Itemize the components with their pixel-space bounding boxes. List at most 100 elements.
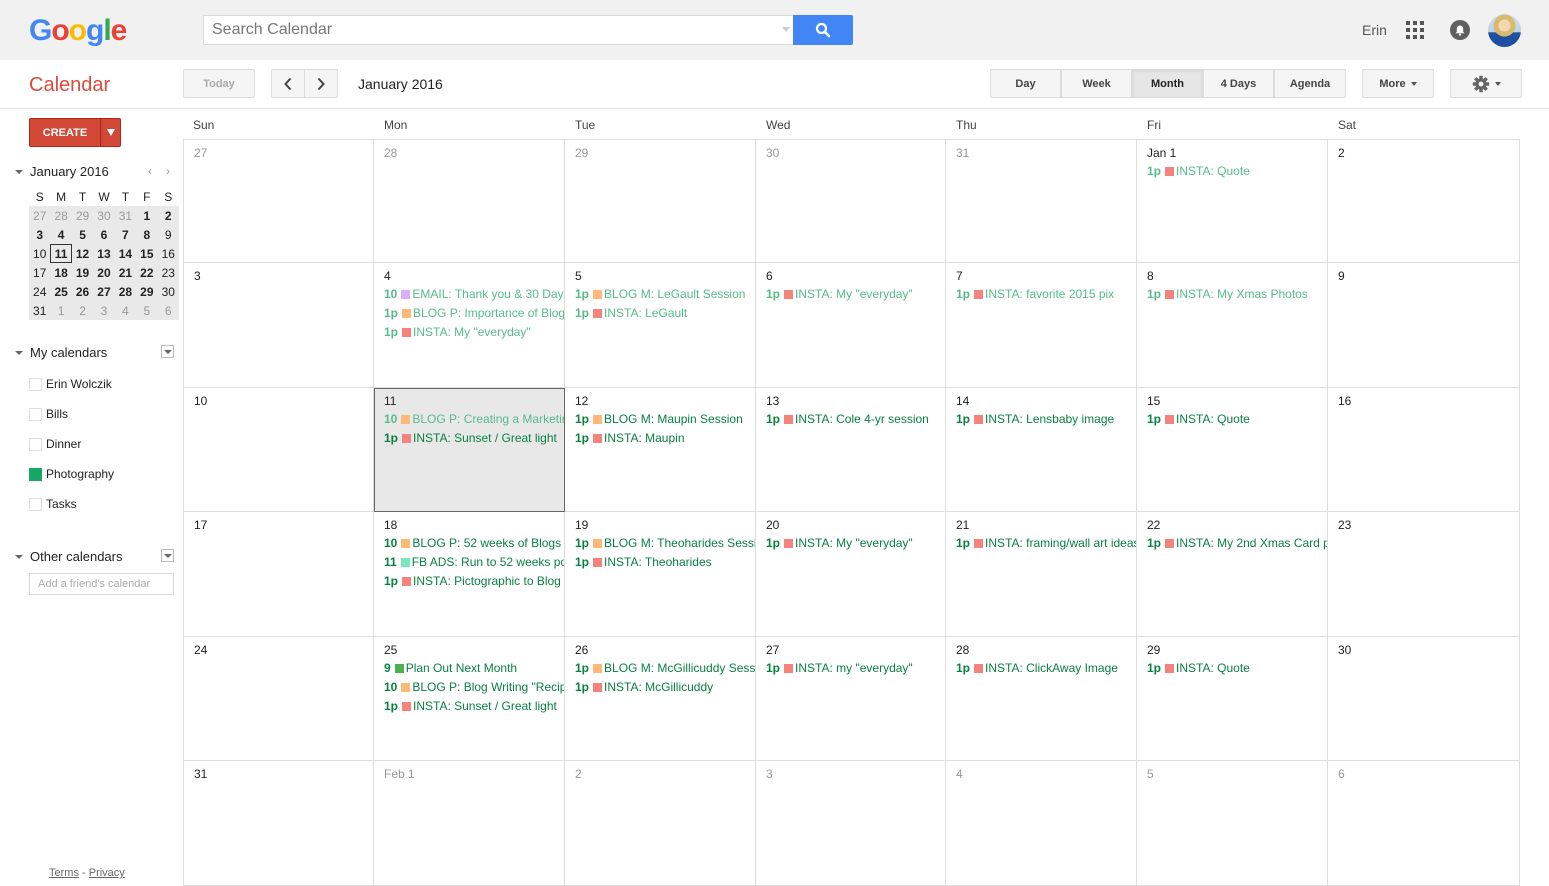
create-options-button[interactable] (100, 118, 121, 147)
mini-calendar-day[interactable]: 1 (136, 206, 158, 225)
calendar-event[interactable]: 1p INSTA: ClickAway Image (956, 661, 1118, 675)
day-cell[interactable]: 29 1p INSTA: Quote (1137, 637, 1328, 761)
day-cell[interactable]: 3 (756, 761, 946, 886)
day-cell[interactable]: 19 1p BLOG M: Theoharides Session 1p INSTA: … (565, 512, 756, 637)
day-cell[interactable]: 2 (565, 761, 756, 886)
calendar-event[interactable]: 1p INSTA: framing/wall art ideas (956, 536, 1136, 550)
previous-period-button[interactable] (271, 69, 305, 98)
mini-calendar-day[interactable]: 25 (50, 282, 72, 301)
google-logo[interactable]: Google (29, 14, 127, 48)
mini-calendar-day[interactable]: 7 (114, 225, 137, 244)
mini-calendar-day[interactable]: 26 (71, 282, 94, 301)
calendar-event[interactable]: 1p BLOG M: LeGault Session (575, 287, 745, 301)
calendar-event[interactable]: 1p INSTA: My "everyday" (384, 325, 531, 339)
search-input[interactable] (204, 16, 764, 44)
day-cell[interactable]: 30 (1328, 637, 1520, 761)
day-cell[interactable]: 8 1p INSTA: My Xmas Photos (1137, 263, 1328, 388)
day-cell[interactable]: 5 (1137, 761, 1328, 886)
mini-calendar-next-button[interactable]: › (166, 164, 170, 178)
calendar-color-checkbox[interactable] (29, 437, 42, 451)
settings-button[interactable] (1450, 69, 1522, 98)
mini-calendar-day[interactable]: 11 (50, 244, 72, 263)
calendar-event[interactable]: 1p INSTA: My 2nd Xmas Card pic (1147, 536, 1327, 550)
calendar-event[interactable]: 1p INSTA: Theoharides (575, 555, 712, 569)
day-cell[interactable]: 28 (374, 139, 565, 263)
mini-calendar-day[interactable]: 17 (29, 263, 51, 282)
mini-calendar-day[interactable]: 24 (29, 282, 51, 301)
calendar-color-checkbox[interactable] (29, 467, 42, 481)
day-cell[interactable]: 31 (183, 761, 374, 886)
mini-calendar-day[interactable]: 6 (93, 225, 115, 244)
calendar-event[interactable]: 10 EMAIL: Thank you & 30 Day (384, 287, 564, 301)
view-agenda-button[interactable]: Agenda (1274, 69, 1346, 98)
day-cell[interactable]: 4 (946, 761, 1137, 886)
calendar-color-checkbox[interactable] (29, 497, 42, 511)
mini-calendar-day[interactable]: 3 (93, 301, 115, 320)
calendar-event[interactable]: 10 BLOG P: Blog Writing "Recipe" (384, 680, 564, 694)
day-cell[interactable]: 6 1p INSTA: My "everyday" (756, 263, 946, 388)
calendar-item-dinner[interactable]: Dinner (29, 437, 81, 451)
other-calendars-menu-button[interactable] (161, 549, 174, 562)
create-event-button[interactable]: CREATE (29, 118, 101, 147)
day-cell[interactable]: 23 (1328, 512, 1520, 637)
terms-link[interactable]: Terms (49, 867, 79, 879)
day-cell[interactable]: 29 (565, 139, 756, 263)
day-cell[interactable]: 30 (756, 139, 946, 263)
mini-calendar-day[interactable]: 18 (50, 263, 72, 282)
mini-calendar-day[interactable]: 4 (114, 301, 137, 320)
calendar-event[interactable]: 1p INSTA: Cole 4-yr session (766, 412, 929, 426)
mini-calendar-day[interactable]: 2 (71, 301, 94, 320)
mini-calendar-day[interactable]: 27 (29, 206, 51, 225)
mini-calendar-day[interactable]: 12 (71, 244, 94, 263)
day-cell[interactable]: 18 10 BLOG P: 52 weeks of Blogs 11 FB ADS: R… (374, 512, 565, 637)
day-cell[interactable]: 27 (183, 139, 374, 263)
other-calendars-header[interactable]: Other calendars (15, 549, 123, 564)
apps-grid-icon[interactable] (1406, 21, 1424, 39)
more-views-button[interactable]: More (1362, 69, 1434, 98)
day-cell[interactable]: 10 (183, 388, 374, 512)
mini-calendar-day[interactable]: 27 (93, 282, 115, 301)
calendar-event[interactable]: 1p INSTA: My Xmas Photos (1147, 287, 1308, 301)
calendar-event[interactable]: 1p INSTA: Maupin (575, 431, 685, 445)
day-cell[interactable]: 24 (183, 637, 374, 761)
mini-calendar-day[interactable]: 5 (136, 301, 158, 320)
my-calendars-menu-button[interactable] (161, 345, 174, 358)
view-week-button[interactable]: Week (1061, 69, 1132, 98)
mini-calendar-day[interactable]: 13 (93, 244, 115, 263)
mini-calendar-day[interactable]: 4 (50, 225, 72, 244)
calendar-color-checkbox[interactable] (29, 407, 42, 421)
mini-calendar-day[interactable]: 19 (71, 263, 94, 282)
day-cell[interactable]: 11 10 BLOG P: Creating a Marketing 1p INSTA:… (374, 388, 565, 512)
day-cell[interactable]: 6 (1328, 761, 1520, 886)
calendar-item-photography[interactable]: Photography (29, 467, 114, 481)
calendar-event[interactable]: 1p BLOG P: Importance of Blog (384, 306, 564, 320)
my-calendars-header[interactable]: My calendars (15, 345, 107, 360)
day-cell[interactable]: 21 1p INSTA: framing/wall art ideas (946, 512, 1137, 637)
mini-calendar-day[interactable]: 31 (29, 301, 51, 320)
calendar-event[interactable]: 1p INSTA: Quote (1147, 164, 1250, 178)
mini-calendar-day[interactable]: 9 (157, 225, 179, 244)
day-cell[interactable]: 2 (1328, 139, 1520, 263)
mini-calendar-day[interactable]: 6 (157, 301, 179, 320)
day-cell[interactable]: 14 1p INSTA: Lensbaby image (946, 388, 1137, 512)
next-period-button[interactable] (304, 69, 338, 98)
day-cell[interactable]: 4 10 EMAIL: Thank you & 30 Day 1p BLOG P: Im… (374, 263, 565, 388)
day-cell[interactable]: 26 1p BLOG M: McGillicuddy Session 1p INSTA:… (565, 637, 756, 761)
search-options-dropdown-icon[interactable] (782, 27, 790, 32)
day-cell[interactable]: 5 1p BLOG M: LeGault Session 1p INSTA: LeGau… (565, 263, 756, 388)
day-cell[interactable]: 15 1p INSTA: Quote (1137, 388, 1328, 512)
day-cell[interactable]: 22 1p INSTA: My 2nd Xmas Card pic (1137, 512, 1328, 637)
mini-calendar-day[interactable]: 30 (93, 206, 115, 225)
mini-calendar-day[interactable]: 8 (136, 225, 158, 244)
mini-calendar-day[interactable]: 20 (93, 263, 115, 282)
calendar-event[interactable]: 1p INSTA: Sunset / Great light (384, 431, 557, 445)
calendar-event[interactable]: 1p BLOG M: Maupin Session (575, 412, 743, 426)
day-cell[interactable]: 13 1p INSTA: Cole 4-yr session (756, 388, 946, 512)
calendar-item-erin-wolczik[interactable]: Erin Wolczik (29, 377, 112, 391)
calendar-item-bills[interactable]: Bills (29, 407, 68, 421)
calendar-event[interactable]: 1p INSTA: LeGault (575, 306, 687, 320)
mini-calendar-day[interactable]: 21 (114, 263, 137, 282)
day-cell[interactable]: 25 9 Plan Out Next Month 10 BLOG P: Blog Wri… (374, 637, 565, 761)
mini-calendar-day[interactable]: 30 (157, 282, 179, 301)
mini-calendar-day[interactable]: 15 (136, 244, 158, 263)
